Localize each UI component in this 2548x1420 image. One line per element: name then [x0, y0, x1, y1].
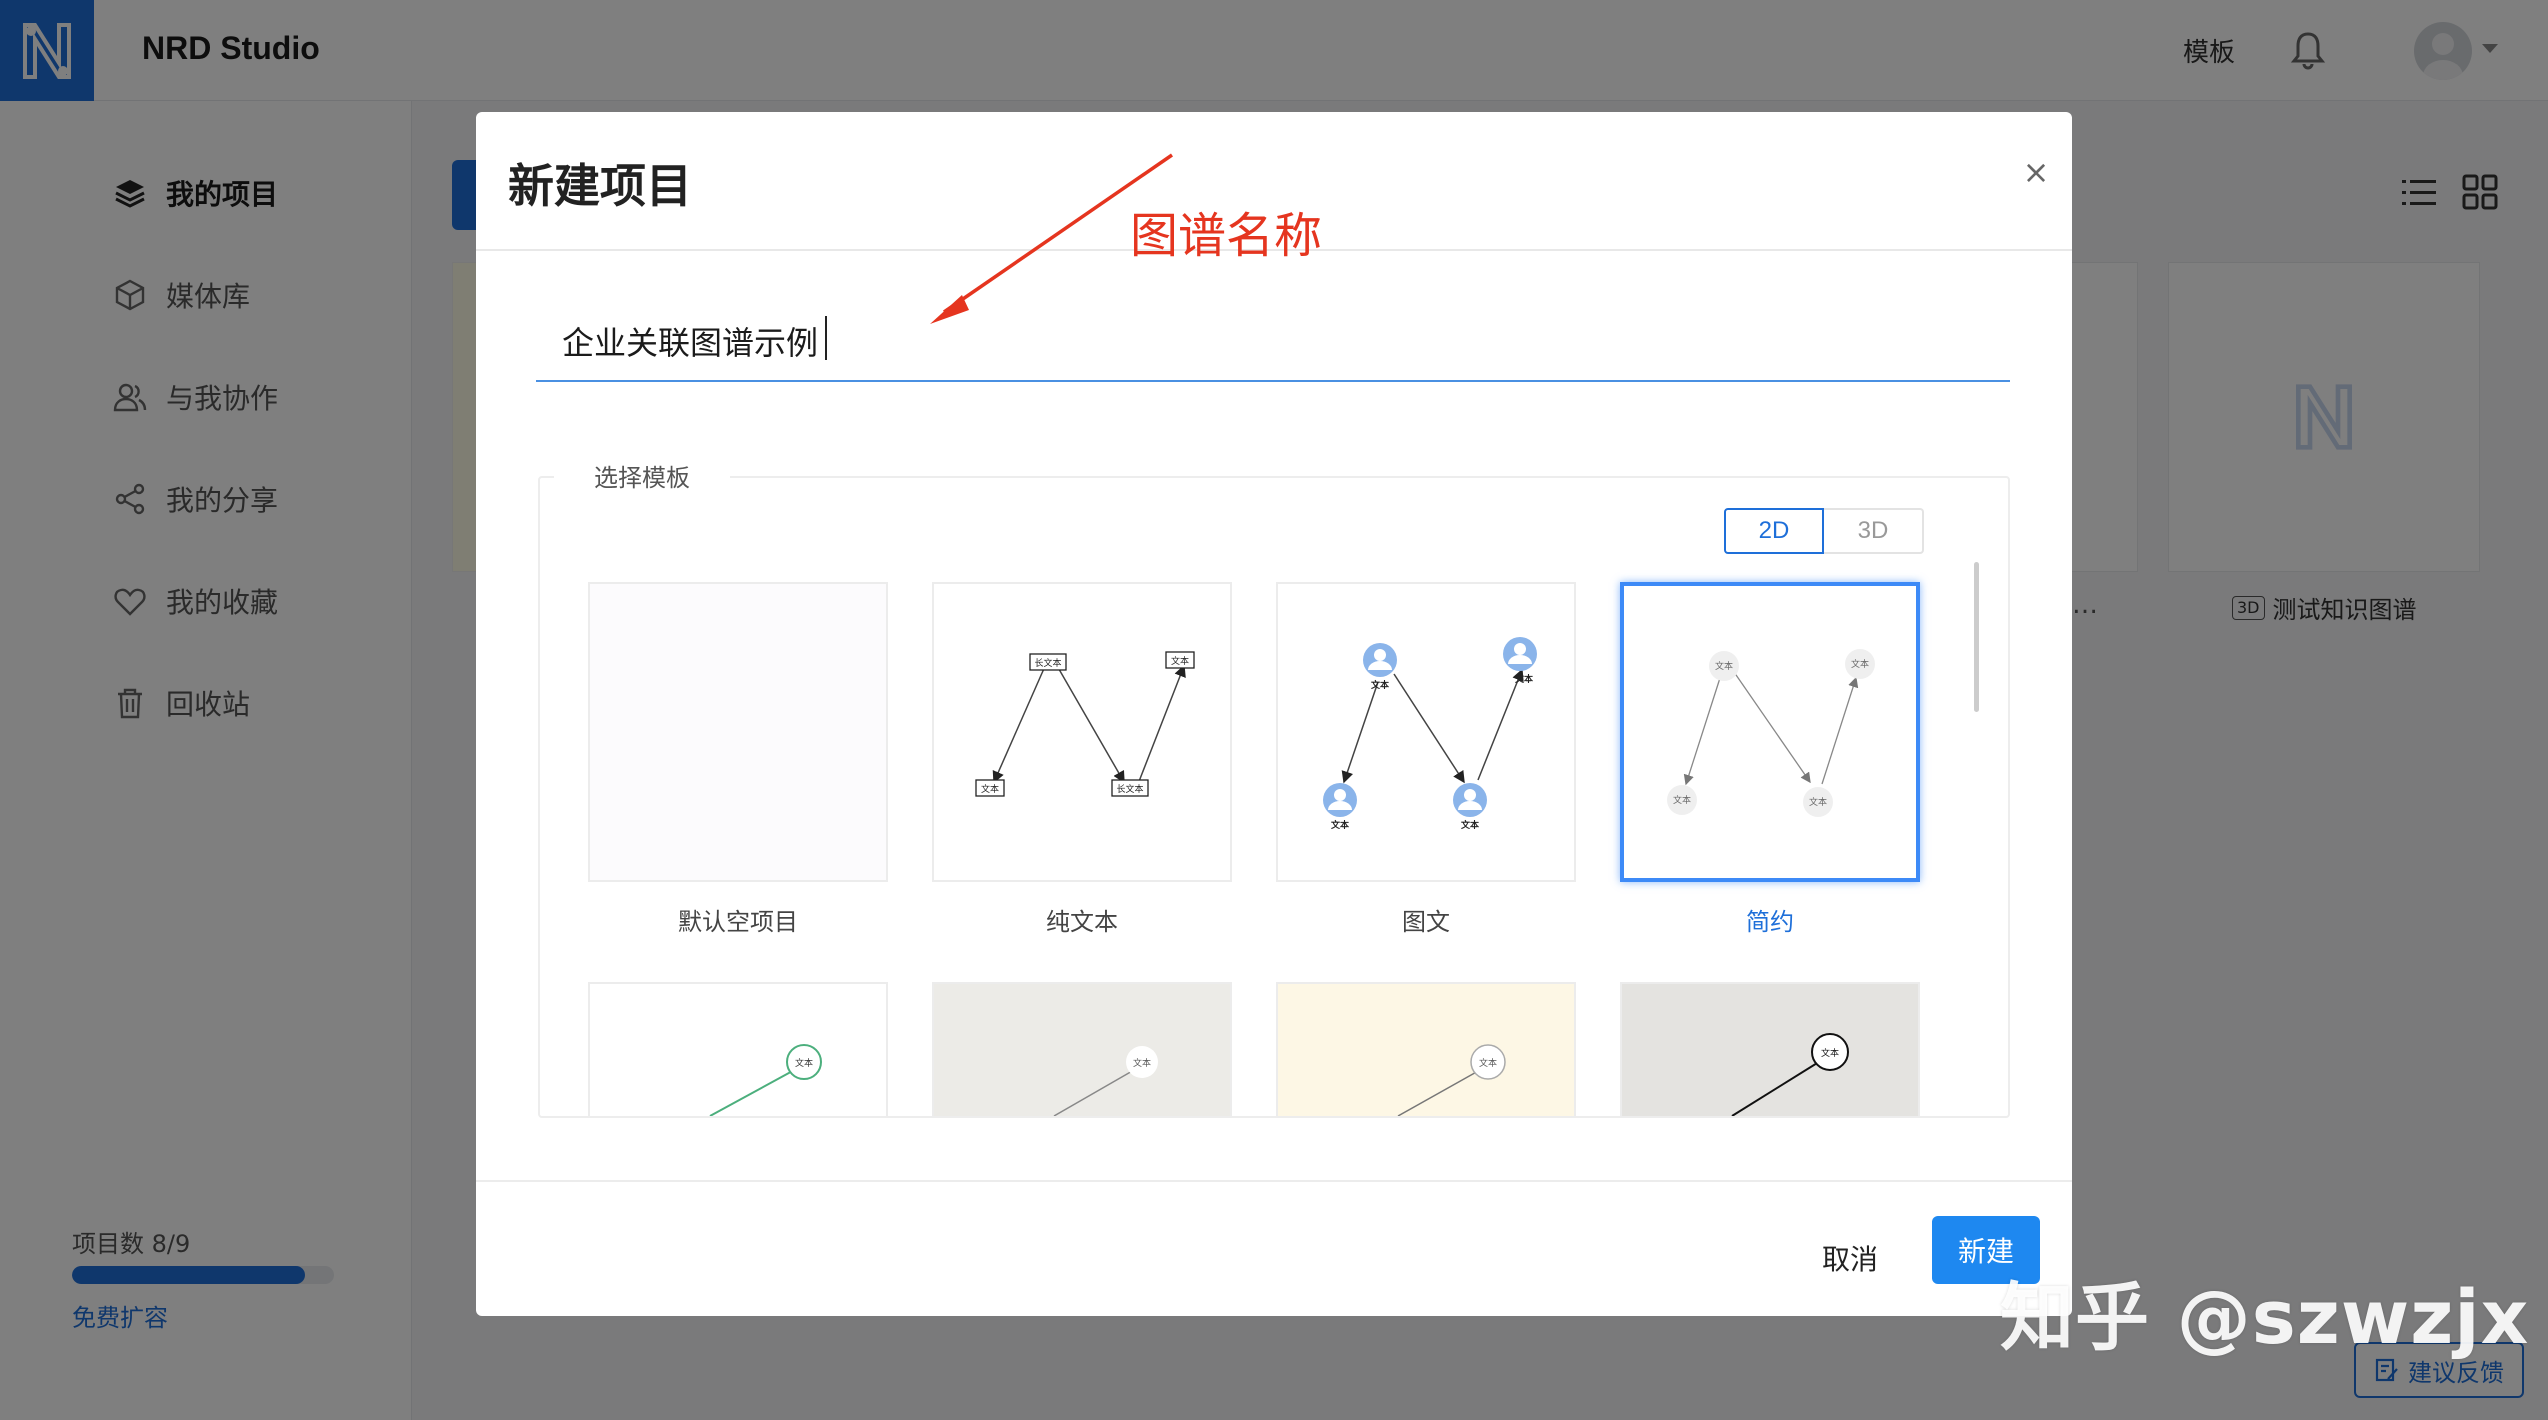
node-text: 文本 — [1673, 794, 1691, 806]
node-text: 长文本 — [1034, 657, 1061, 669]
mode-3d-button[interactable]: 3D — [1824, 508, 1924, 554]
node-text: 文本 — [1133, 1057, 1151, 1069]
template-label: 默认空项目 — [678, 908, 798, 936]
template-preview-text: 长文本 文本 文本 长文本 — [975, 651, 1195, 797]
template-preview-icon: 文本 文本 文本 文本 — [1323, 637, 1537, 831]
text-caret — [825, 316, 827, 360]
template-label: 简约 — [1746, 908, 1794, 936]
template-preview: 文本 — [1397, 1044, 1506, 1116]
node-text: 文本 — [1809, 796, 1827, 808]
template-label: 图文 — [1402, 908, 1450, 936]
node-text: 文本 — [1460, 819, 1480, 831]
node-text: 文本 — [795, 1057, 813, 1069]
cancel-button[interactable]: 取消 — [1810, 1228, 1890, 1288]
annotation-label: 图谱名称 — [1130, 208, 1323, 264]
template-preview: 文本 — [709, 1044, 822, 1116]
template-card[interactable]: 文本 — [932, 982, 1232, 1116]
template-card[interactable]: 文本 — [1276, 982, 1576, 1116]
node-text: 文本 — [1330, 819, 1350, 831]
template-card-text[interactable]: 长文本 文本 文本 长文本 — [932, 582, 1232, 882]
template-card[interactable]: 文本 — [1620, 982, 1920, 1116]
node-text: 文本 — [1514, 673, 1534, 685]
template-card[interactable]: 文本 — [588, 982, 888, 1116]
node-text: 文本 — [1715, 660, 1733, 672]
template-label: 纯文本 — [1046, 908, 1118, 936]
watermark: 知乎 @szwzjx — [2000, 1275, 2530, 1361]
node-text: 文本 — [1821, 1047, 1839, 1059]
template-card-icon[interactable]: 文本 文本 文本 文本 — [1276, 582, 1576, 882]
dimension-toggle: 2D 3D — [1724, 508, 1924, 554]
node-text: 文本 — [1171, 655, 1189, 667]
template-card-blank[interactable] — [588, 582, 888, 882]
node-text: 文本 — [1851, 658, 1869, 670]
template-preview: 文本 — [1053, 1046, 1158, 1116]
node-text: 文本 — [981, 783, 999, 795]
node-text: 文本 — [1370, 679, 1390, 691]
close-icon[interactable]: × — [2016, 152, 2056, 192]
node-text: 长文本 — [1116, 783, 1143, 795]
template-scrollbar[interactable] — [1974, 562, 1979, 712]
template-panel: 2D 3D 默认空项目 长文本 文本 文本 长文本 纯文本 文本 文本 文本 文… — [538, 476, 2010, 1118]
dialog-title: 新建项目 — [508, 159, 692, 213]
mode-2d-button[interactable]: 2D — [1724, 508, 1824, 554]
template-card-simple[interactable]: 文本 文本 文本 文本 — [1620, 582, 1920, 882]
new-project-dialog: 新建项目 × 图谱名称 2D 3D 默认空项目 — [476, 112, 2072, 1316]
template-preview: 文本 — [1731, 1033, 1849, 1116]
template-section-label: 选择模板 — [554, 458, 730, 493]
template-preview-simple: 文本 文本 文本 文本 — [1667, 649, 1875, 817]
dialog-footer-divider — [476, 1180, 2072, 1182]
project-name-input[interactable] — [536, 302, 2010, 382]
node-text: 文本 — [1479, 1057, 1497, 1069]
